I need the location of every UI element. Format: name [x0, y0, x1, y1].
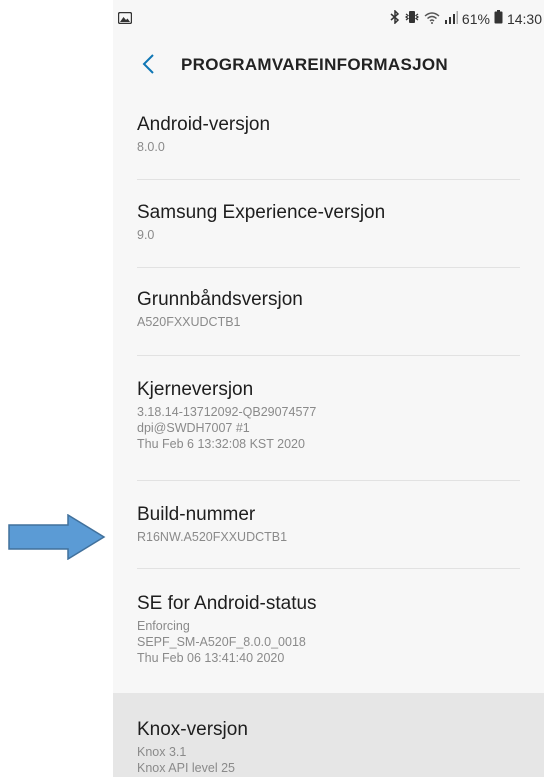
battery-percent: 61% — [461, 10, 490, 27]
vibrate-icon — [404, 10, 420, 27]
item-value: Thu Feb 06 13:41:40 2020 — [137, 651, 285, 665]
item-title: Knox-versjon — [137, 719, 248, 740]
item-value: 9.0 — [137, 228, 155, 242]
item-value: Enforcing — [137, 619, 190, 633]
wifi-icon — [424, 11, 440, 27]
battery-icon — [494, 10, 503, 27]
phone-screen: 61% 14:30 PROGRAMVAREINFORMASJON Android… — [113, 0, 544, 777]
list-item-android-version[interactable]: Android-versjon 8.0.0 — [113, 92, 544, 180]
info-list: Android-versjon 8.0.0 Samsung Experience… — [113, 92, 544, 777]
item-title: Grunnbåndsversjon — [137, 289, 303, 310]
item-value: Thu Feb 6 13:32:08 KST 2020 — [137, 437, 305, 451]
item-value: SEPF_SM-A520F_8.0.0_0018 — [137, 635, 306, 649]
item-value: Knox 3.1 — [137, 745, 187, 759]
item-value: 8.0.0 — [137, 140, 165, 154]
annotation-arrow-icon — [8, 514, 106, 560]
item-value: dpi@SWDH7007 #1 — [137, 421, 250, 435]
app-header: PROGRAMVAREINFORMASJON — [113, 40, 544, 90]
chevron-left-icon — [142, 54, 154, 74]
item-title: Android-versjon — [137, 114, 271, 135]
item-value: Knox API level 25 — [137, 761, 235, 775]
list-item-baseband[interactable]: Grunnbåndsversjon A520FXXUDCTB1 — [113, 268, 544, 356]
item-title: Samsung Experience-versjon — [137, 202, 386, 223]
back-button[interactable] — [133, 49, 163, 79]
item-value: 3.18.14-13712092-QB29074577 — [137, 405, 317, 419]
item-value: A520FXXUDCTB1 — [137, 315, 241, 329]
list-item-kernel[interactable]: Kjerneversjon 3.18.14-13712092-QB2907457… — [113, 356, 544, 481]
bluetooth-icon — [390, 9, 400, 27]
item-title: Build-nummer — [137, 504, 256, 525]
list-item-samsung-experience[interactable]: Samsung Experience-versjon 9.0 — [113, 180, 544, 268]
item-value: R16NW.A520FXXUDCTB1 — [137, 530, 288, 544]
image-icon — [117, 11, 133, 27]
status-bar: 61% 14:30 — [113, 0, 544, 40]
item-title: SE for Android-status — [137, 593, 317, 614]
list-item-build-number[interactable]: Build-nummer R16NW.A520FXXUDCTB1 — [113, 481, 544, 569]
clock: 14:30 — [506, 10, 542, 27]
signal-icon — [444, 10, 458, 27]
item-title: Kjerneversjon — [137, 379, 254, 400]
list-item-se-android-status[interactable]: SE for Android-status Enforcing SEPF_SM-… — [113, 569, 544, 693]
page-title: PROGRAMVAREINFORMASJON — [181, 55, 448, 74]
list-item-knox-version[interactable]: Knox-versjon Knox 3.1 Knox API level 25 — [113, 693, 544, 777]
